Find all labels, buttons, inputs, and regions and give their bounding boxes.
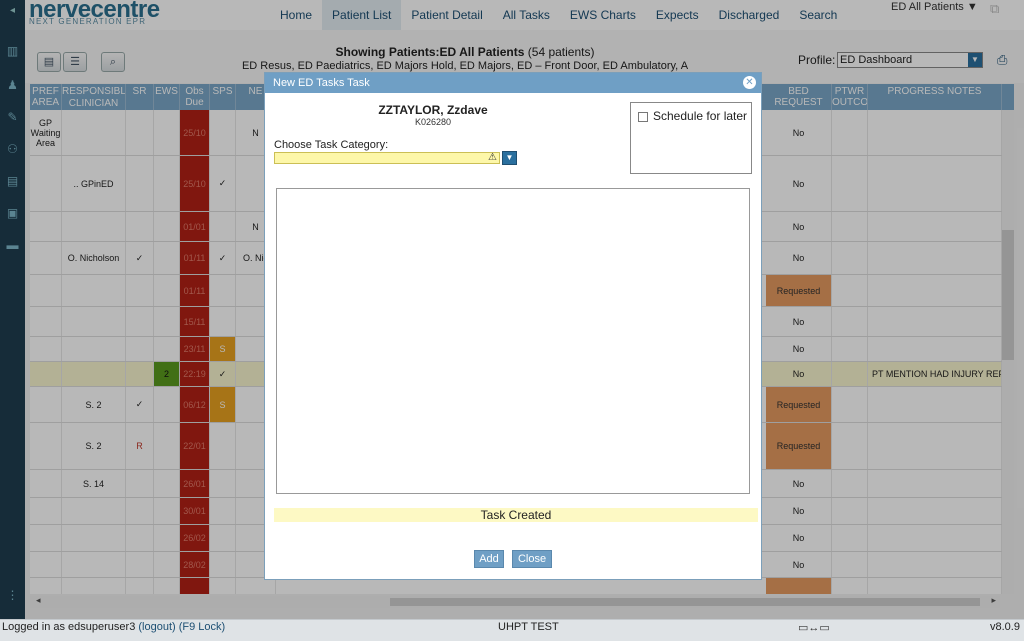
category-label: Choose Task Category: xyxy=(274,139,389,151)
task-status-message: Task Created xyxy=(274,508,758,522)
monitor-icon[interactable]: ▭↔▭ xyxy=(798,621,830,634)
task-details-area[interactable] xyxy=(276,188,750,494)
logout-link[interactable]: (logout) xyxy=(138,621,175,633)
schedule-later-label[interactable]: Schedule for later xyxy=(653,109,747,123)
chevron-down-icon: ▼ xyxy=(505,153,514,162)
task-category-select[interactable]: ⚠ xyxy=(274,152,500,164)
version: v8.0.9 xyxy=(990,621,1020,633)
patient-id: K026280 xyxy=(414,117,452,127)
schedule-panel: Schedule for later xyxy=(630,102,752,174)
environment-name: UHPT TEST xyxy=(498,621,559,633)
f9-lock-link[interactable]: (F9 Lock) xyxy=(179,621,225,633)
add-button[interactable]: Add xyxy=(474,550,504,568)
close-icon[interactable]: ✕ xyxy=(743,76,756,89)
logged-in-text: Logged in as edsuperuser3 xyxy=(2,621,136,633)
patient-name: ZZTAYLOR, Zzdave xyxy=(378,103,488,117)
schedule-later-checkbox[interactable] xyxy=(638,112,648,122)
close-button[interactable]: Close xyxy=(512,550,552,568)
dialog-title: New ED Tasks Task ✕ xyxy=(265,73,761,93)
new-task-dialog: New ED Tasks Task ✕ ZZTAYLOR, Zzdave K02… xyxy=(264,72,762,580)
status-bar: Logged in as edsuperuser3 (logout) (F9 L… xyxy=(0,619,1024,641)
warning-icon: ⚠ xyxy=(488,152,497,163)
category-dropdown-button[interactable]: ▼ xyxy=(502,151,517,165)
